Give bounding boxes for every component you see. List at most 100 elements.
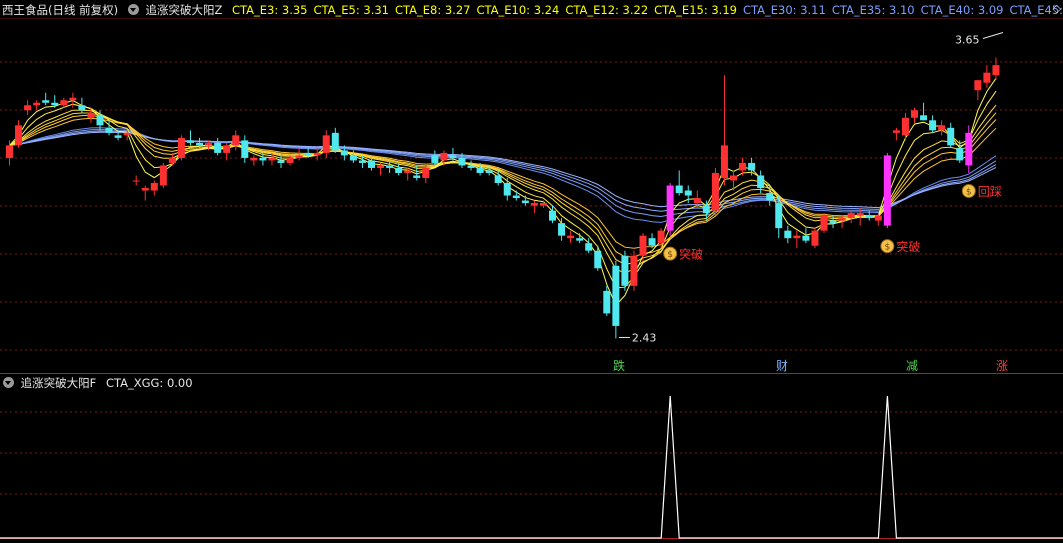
candle-body [349, 155, 357, 161]
candle-body [838, 218, 846, 221]
candle-body [702, 205, 710, 214]
marker-label: 减 [906, 359, 918, 373]
candle-body [24, 105, 32, 111]
candle-body [395, 167, 403, 173]
candle-body [820, 215, 828, 231]
candle-body [322, 135, 330, 153]
candle-body [404, 170, 412, 173]
candle-body [150, 183, 158, 191]
sub-indicator-name[interactable]: 追涨突破大阳F [21, 376, 97, 390]
sub-indicator-value: CTA_XGG: 0.00 [105, 376, 193, 390]
candle-body [159, 165, 167, 186]
candle-body [956, 147, 964, 161]
candle-body [639, 235, 647, 256]
candle-body [78, 105, 86, 111]
marker-label: 涨 [996, 358, 1008, 373]
candle-body [105, 127, 113, 133]
candle-body [422, 167, 430, 178]
candle-body [377, 165, 385, 168]
marker-label: 财 [776, 359, 788, 373]
stock-chart-app: 西王食品(日线 前复权) 追涨突破大阳Z CTA_E3: 3.35 CTA_E5:… [0, 0, 1063, 543]
cta-xgg-line [0, 395, 1063, 539]
ma-line-cta-e3 [9, 78, 997, 307]
candle-body [123, 132, 131, 136]
candle-body [440, 152, 448, 161]
candle-body [793, 235, 801, 239]
candle-body [223, 145, 231, 153]
candle-body [983, 72, 991, 83]
candle-body [585, 243, 593, 251]
candle-body [33, 102, 41, 106]
candle-body [6, 145, 13, 158]
candle-body [920, 115, 928, 121]
candle-body [992, 65, 1000, 76]
candle-body [911, 110, 918, 118]
candle-body [205, 142, 213, 146]
candle-body [386, 165, 394, 168]
candle-body [141, 188, 149, 191]
candle-body [168, 157, 176, 163]
candle-body [621, 255, 629, 286]
candle-body [277, 160, 285, 163]
high-arrow [982, 32, 1004, 40]
money-bag-symbol: $ [966, 187, 972, 197]
candle-body [96, 115, 104, 126]
candle-body [766, 193, 774, 201]
candle-body [648, 238, 656, 246]
candle-body [558, 223, 566, 236]
candle-body [947, 127, 955, 146]
high-label: 3.65 [955, 34, 980, 47]
candle-body [42, 100, 50, 103]
candle-body [196, 142, 204, 146]
candle-body [657, 230, 665, 244]
candle-body [494, 175, 502, 183]
candle-body [974, 80, 982, 91]
signal-label: 突破 [679, 247, 703, 262]
candle-body [87, 112, 95, 118]
low-label: 2.43 [632, 331, 657, 344]
candle-body [784, 230, 792, 239]
signal-label: 突破 [896, 239, 920, 254]
candle-body [232, 135, 240, 146]
marker-label: 跌 [613, 358, 625, 373]
candle-body [549, 210, 556, 221]
candle-body [684, 190, 692, 196]
candle-body [358, 160, 366, 163]
candle-body [874, 215, 882, 221]
candle-body [187, 140, 194, 143]
candle-body [214, 142, 222, 153]
candle-body [114, 135, 122, 138]
candle-body [331, 132, 339, 151]
candle-body [286, 157, 294, 163]
candle-body [594, 250, 602, 269]
candle-body [865, 215, 873, 219]
candle-body [413, 175, 421, 178]
candle-body [313, 152, 321, 156]
candle-body [720, 145, 728, 178]
candle-body [775, 203, 783, 229]
candle-body [938, 125, 946, 131]
candle-body [539, 203, 547, 206]
candle-body [883, 155, 891, 226]
candle-body [467, 165, 475, 168]
candle-body [259, 157, 267, 161]
sub-indicator-dropdown-icon[interactable] [3, 377, 14, 388]
signal-label: 回踩 [978, 185, 1002, 199]
ma-line-cta-e35 [9, 129, 997, 218]
candle-body [368, 160, 375, 168]
candle-body [748, 162, 756, 171]
candle-body [449, 155, 457, 158]
money-bag-symbol: $ [667, 250, 673, 260]
chart-svg[interactable]: 3.65 2.43 $ 突破 $ 突破 $ 回踩跌 财 减 涨 [0, 0, 1063, 543]
sub-panel-header: 追涨突破大阳F CTA_XGG: 0.00 [0, 374, 600, 392]
candle-body [847, 213, 855, 219]
candle-body [512, 195, 520, 199]
candle-body [901, 117, 909, 136]
candle-body [340, 150, 348, 156]
candle-body [69, 97, 77, 101]
candle-body [521, 200, 529, 204]
candle-body [15, 125, 23, 146]
candle-body [711, 172, 719, 211]
candle-body [304, 152, 312, 156]
candle-body [612, 265, 620, 326]
